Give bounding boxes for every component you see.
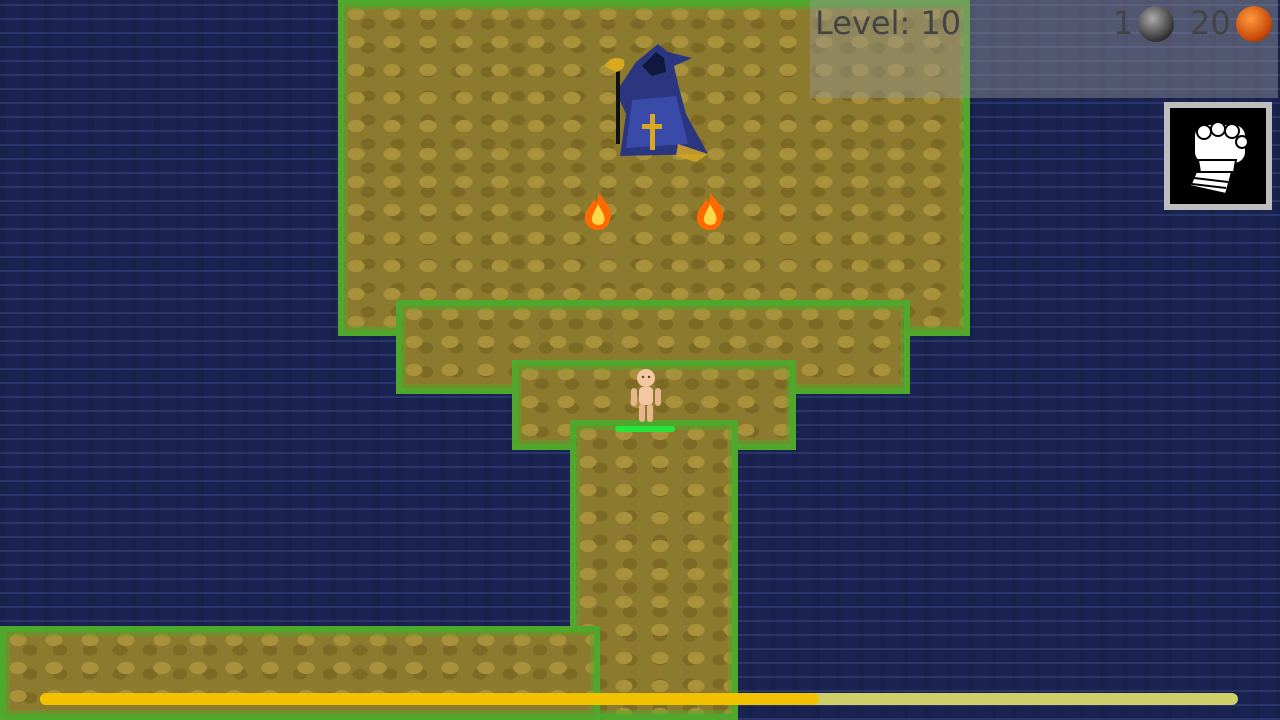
level-progress-fill [40, 693, 819, 705]
fist-button-inner [1170, 108, 1266, 204]
fireball-right [696, 192, 723, 230]
orange-orb-icon [1236, 6, 1272, 42]
fireball-left [584, 192, 611, 230]
player-character[interactable] [628, 368, 664, 424]
gray-orb-count: 1 [1113, 4, 1134, 42]
fist-icon [1188, 121, 1249, 196]
gray-orb-icon [1138, 6, 1174, 42]
dark-wizard-enemy[interactable] [596, 44, 716, 162]
level-indicator: Level: 10 [815, 4, 962, 42]
orange-orb-count: 20 [1190, 4, 1231, 42]
player-health-bar [615, 426, 675, 432]
ground-lower-left [0, 626, 600, 720]
level-progress-track [40, 693, 1238, 705]
fist-attack-button[interactable] [1164, 102, 1272, 210]
